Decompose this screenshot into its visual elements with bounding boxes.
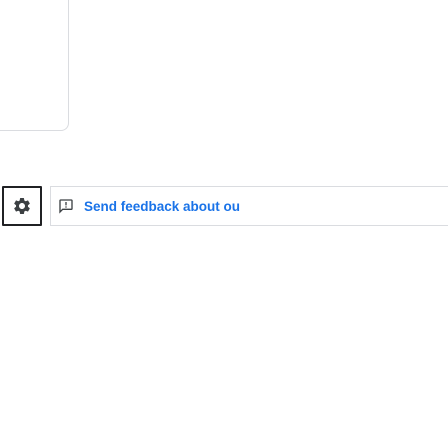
divider — [50, 186, 51, 226]
feedback-icon — [59, 199, 73, 214]
send-feedback-label: Send feedback about ou — [84, 198, 241, 214]
page: Send feedback about ou — [0, 0, 448, 448]
card-panel — [0, 0, 69, 131]
feedback-row: Send feedback about ou — [0, 186, 448, 226]
settings-button[interactable] — [2, 186, 42, 226]
send-feedback-link[interactable]: Send feedback about ou — [58, 186, 240, 226]
settings-icon — [14, 198, 30, 214]
